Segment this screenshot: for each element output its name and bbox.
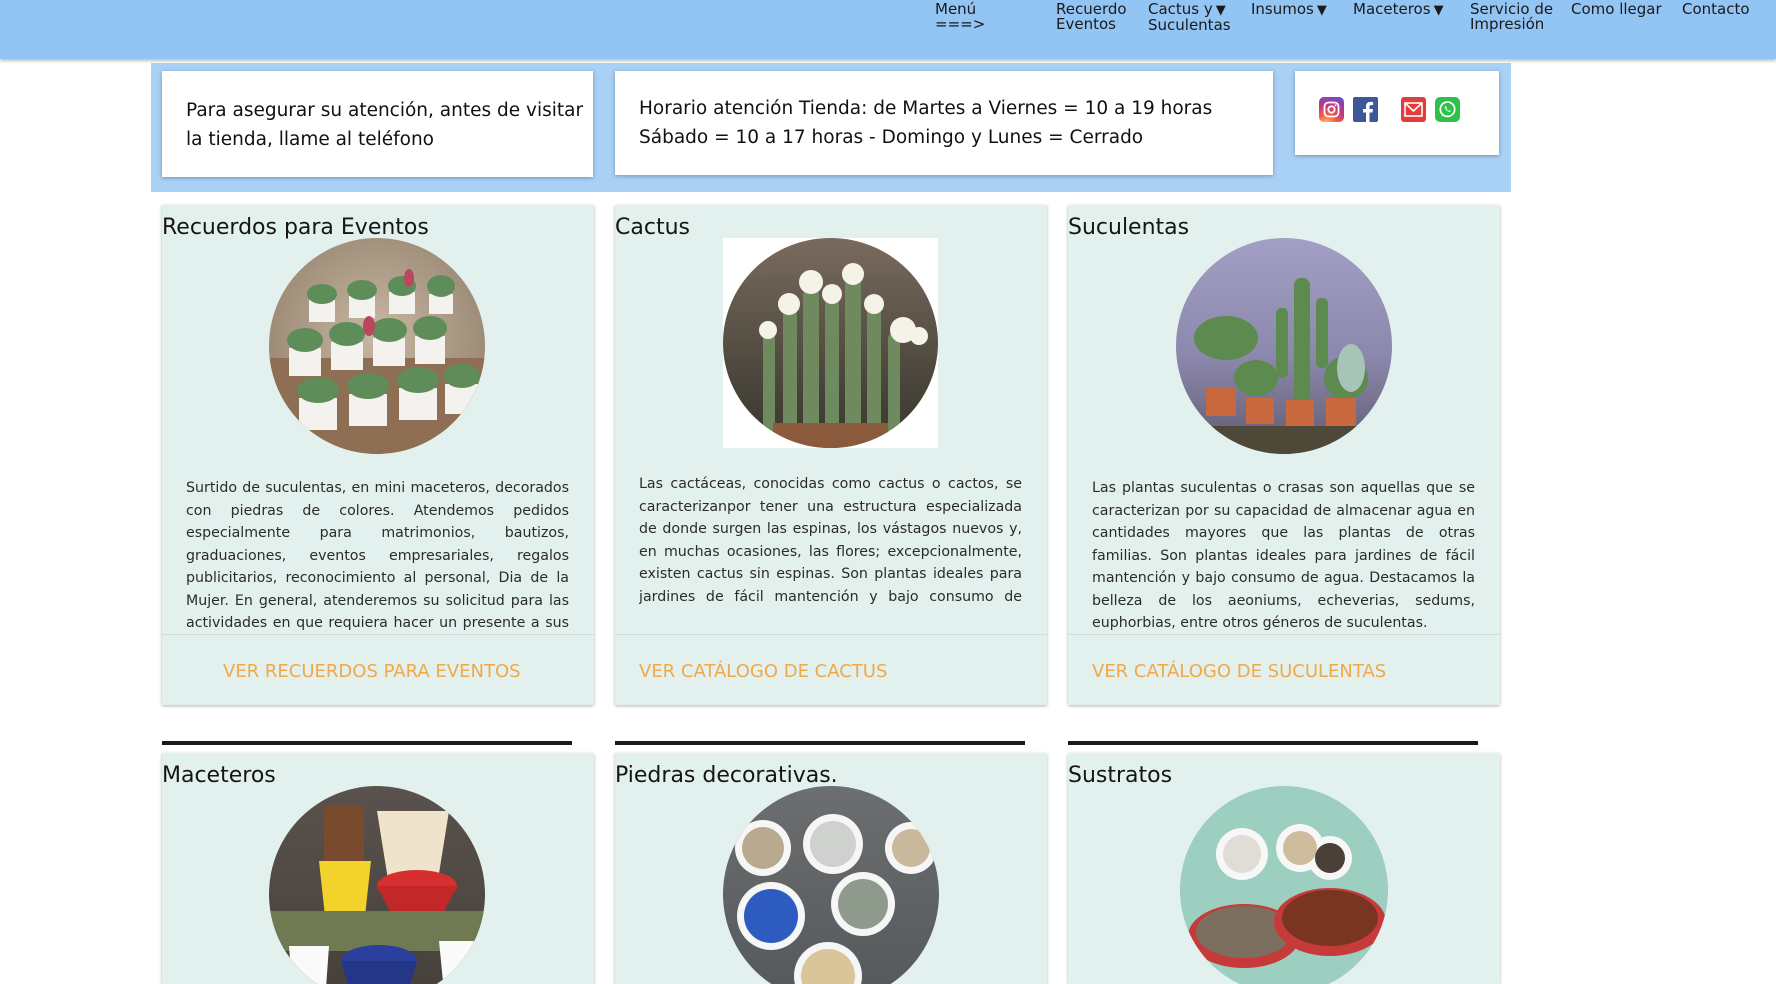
card-maceteros: Maceteros <box>162 753 594 984</box>
whatsapp-icon[interactable] <box>1435 97 1460 122</box>
nav-maceteros-label: Maceteros <box>1353 0 1431 18</box>
card-recuerdos-eventos: Recuerdos para Eventos Surtido de sucule… <box>162 205 594 705</box>
card-title: Maceteros <box>162 763 276 788</box>
card-cactus: Cactus Las cactáceas, conocidas como cac… <box>615 205 1047 705</box>
hours-line-1: Horario atención Tienda: de Martes a Vie… <box>639 98 1213 119</box>
social-box <box>1295 71 1499 155</box>
ver-catalogo-cactus-link[interactable]: VER CATÁLOGO DE CACTUS <box>639 661 887 682</box>
ver-catalogo-suculentas-link[interactable]: VER CATÁLOGO DE SUCULENTAS <box>1092 661 1386 682</box>
maceteros-image <box>269 786 485 984</box>
card-suculentas: Suculentas Las plantas suculentas o cras… <box>1068 205 1500 705</box>
card-sustratos: Sustratos <box>1068 753 1500 984</box>
facebook-icon[interactable] <box>1353 97 1378 122</box>
card-description: Surtido de suculentas, en mini maceteros… <box>186 480 569 631</box>
ver-recuerdos-link[interactable]: VER RECUERDOS PARA EVENTOS <box>223 661 521 682</box>
chevron-down-icon: ▼ <box>1433 3 1444 18</box>
phone-info-line-2: la tienda, llame al teléfono <box>186 129 434 150</box>
card-description: Las cactáceas, conocidas como cactus o c… <box>639 476 1022 605</box>
nav-contacto[interactable]: Contacto <box>1682 2 1750 17</box>
nav-recuerdo-eventos[interactable]: Recuerdo Eventos <box>1056 2 1127 32</box>
section-divider <box>162 741 572 745</box>
nav-menu[interactable]: Menú ===> <box>935 2 985 32</box>
phone-info-box: Para asegurar su atención, antes de visi… <box>162 71 593 177</box>
card-title: Piedras decorativas. <box>615 763 838 788</box>
nav-cactus-suculentas[interactable]: Cactus y ▼ Suculentas <box>1148 2 1231 33</box>
nav-recuerdo-label-2: Eventos <box>1056 15 1116 33</box>
card-footer: VER RECUERDOS PARA EVENTOS <box>162 634 594 705</box>
card-footer: VER CATÁLOGO DE CACTUS <box>615 634 1047 705</box>
card-title: Sustratos <box>1068 763 1173 788</box>
card-title: Suculentas <box>1068 215 1190 240</box>
piedras-image <box>723 786 939 984</box>
email-icon[interactable] <box>1401 97 1426 122</box>
section-divider <box>615 741 1025 745</box>
card-footer: VER CATÁLOGO DE SUCULENTAS <box>1068 634 1500 705</box>
chevron-down-icon: ▼ <box>1316 3 1327 18</box>
cactus-image-frame <box>723 238 938 448</box>
top-navigation: Menú ===> Recuerdo Eventos Cactus y ▼ Suc… <box>0 0 1776 59</box>
nav-cactus-label-2: Suculentas <box>1148 16 1231 34</box>
nav-maceteros[interactable]: Maceteros ▼ <box>1353 0 1444 19</box>
sustratos-image <box>1180 786 1388 984</box>
hours-info-box: Horario atención Tienda: de Martes a Vie… <box>615 71 1273 175</box>
nav-servicio-impresion[interactable]: Servicio de Impresión <box>1470 2 1553 32</box>
cactus-image <box>723 238 938 448</box>
nav-como-llegar-label: Como llegar <box>1571 0 1662 18</box>
nav-contacto-label: Contacto <box>1682 0 1750 18</box>
nav-insumos[interactable]: Insumos ▼ <box>1251 0 1327 19</box>
instagram-icon[interactable] <box>1319 97 1344 122</box>
card-description: Las plantas suculentas o crasas son aque… <box>1092 480 1475 631</box>
nav-como-llegar[interactable]: Como llegar <box>1571 2 1662 17</box>
card-piedras-decorativas: Piedras decorativas. <box>615 753 1047 984</box>
suculentas-image <box>1176 238 1392 454</box>
nav-insumos-label: Insumos <box>1251 0 1314 18</box>
card-title: Cactus <box>615 215 690 240</box>
phone-info-line-1: Para asegurar su atención, antes de visi… <box>186 100 584 121</box>
social-links <box>1319 97 1499 122</box>
nav-menu-arrow: ===> <box>935 15 986 33</box>
nav-servicio-label-2: Impresión <box>1470 15 1545 33</box>
section-divider <box>1068 741 1478 745</box>
card-title: Recuerdos para Eventos <box>162 215 429 240</box>
hours-line-2: Sábado = 10 a 17 horas - Domingo y Lunes… <box>639 127 1144 148</box>
recuerdos-image <box>269 238 485 454</box>
